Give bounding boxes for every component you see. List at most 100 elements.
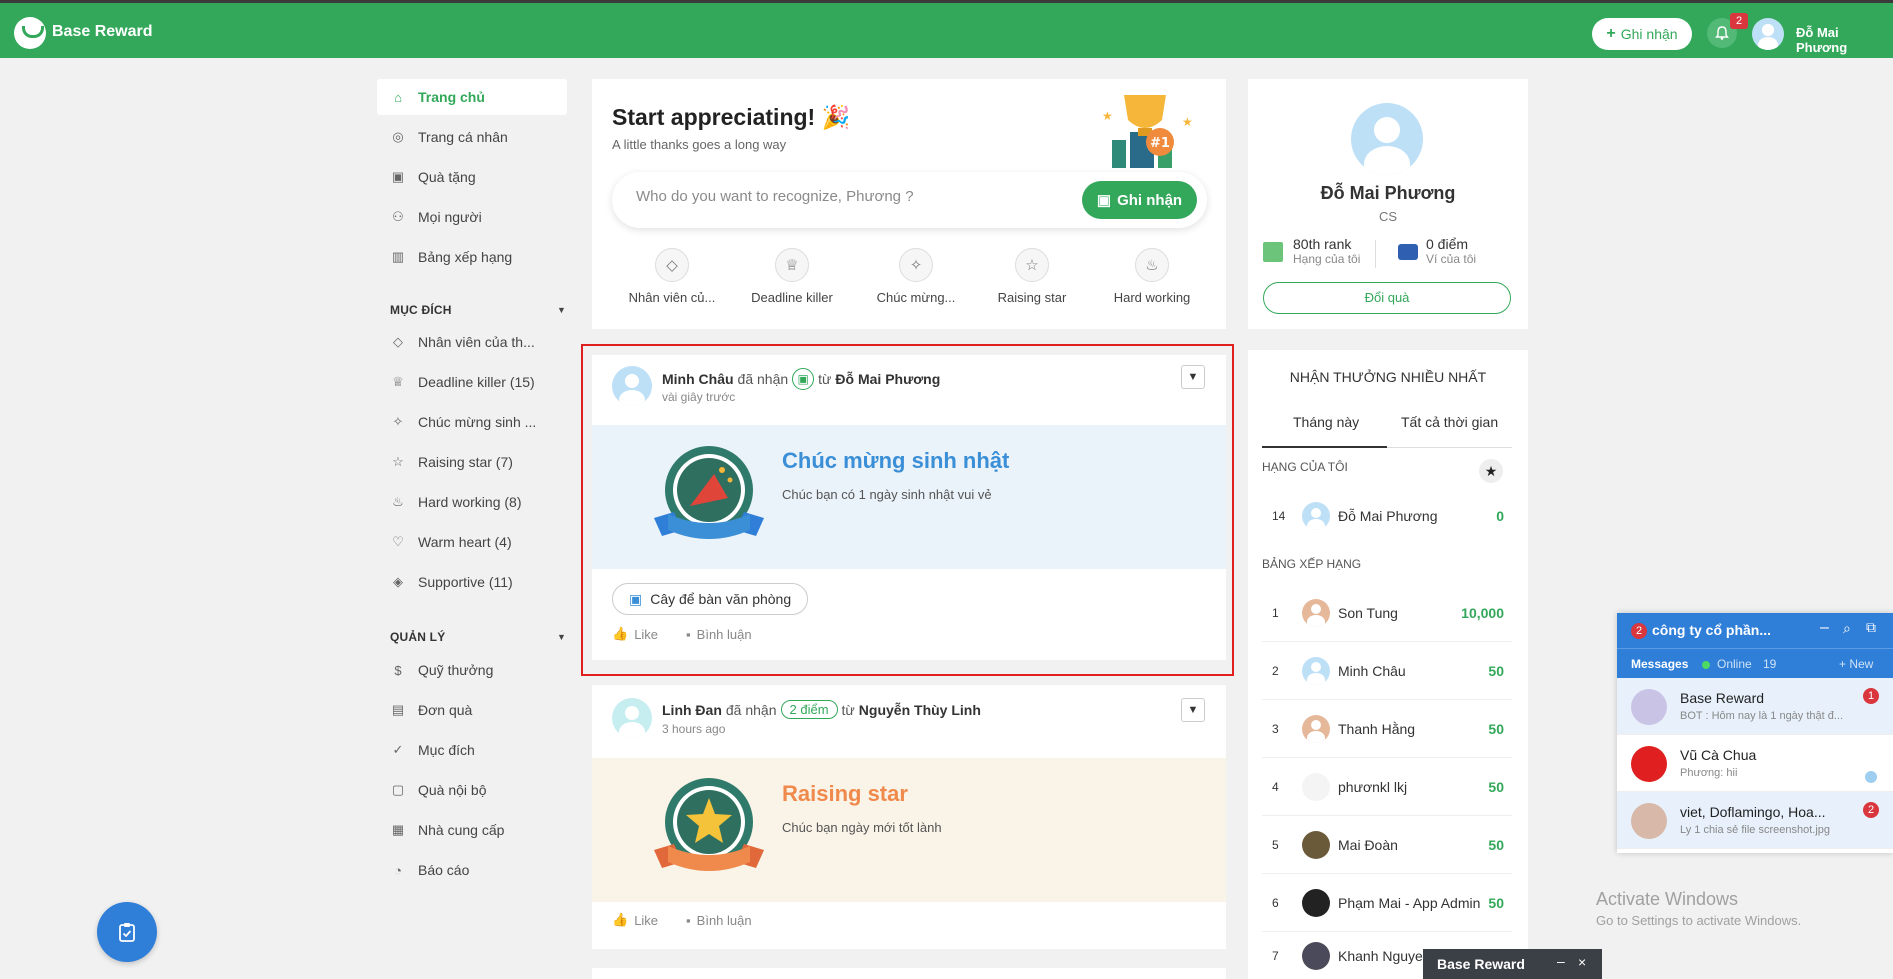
minimize-icon[interactable]: – [1820, 619, 1829, 637]
category-raising-star[interactable]: ☆ Raising star [977, 248, 1087, 305]
from-word: từ [818, 371, 832, 387]
sidebar-purpose-warm-heart[interactable]: ♡ Warm heart (4) [377, 524, 567, 560]
receiver-avatar[interactable] [612, 366, 652, 406]
table-row[interactable]: 2 Minh Châu 50 [1262, 642, 1512, 700]
category-deadline-killer[interactable]: ♕ Deadline killer [737, 248, 847, 305]
my-rank-row[interactable]: 14 Đỗ Mai Phương 0 [1262, 487, 1512, 545]
receiver-name[interactable]: Minh Châu [662, 371, 734, 387]
category-label: Deadline killer [751, 290, 833, 305]
sidebar-item-label: Chúc mừng sinh ... [418, 414, 537, 430]
caret-down-icon[interactable]: ▼ [557, 632, 566, 642]
rank-points: 50 [1488, 662, 1504, 679]
star-icon[interactable]: ★ [1479, 459, 1503, 483]
rank-value: 80th rank [1293, 236, 1352, 252]
like-button[interactable]: 👍 Like [612, 626, 658, 642]
search-icon[interactable]: ⌕ [1843, 620, 1851, 637]
profile-avatar[interactable] [1351, 103, 1423, 175]
comment-button[interactable]: ▪ Bình luận [686, 912, 752, 928]
sidebar-purpose-deadline[interactable]: ♕ Deadline killer (15) [377, 364, 567, 400]
recognize-search-input[interactable] [636, 188, 1036, 205]
sidebar-item-people[interactable]: ⚇ Mọi người [377, 199, 567, 235]
minimize-icon[interactable]: – [1557, 953, 1565, 969]
popout-icon[interactable]: ⧉ [1866, 619, 1876, 636]
category-birthday[interactable]: ✧ Chúc mừng... [861, 248, 971, 305]
chart-icon: ▥ [391, 249, 405, 264]
gift-item-pill[interactable]: ▣ Cây để bàn văn phòng [612, 583, 809, 615]
brand-name[interactable]: Base Reward [52, 23, 153, 41]
sidebar-manage-internal-gifts[interactable]: ▢ Quà nội bộ [377, 772, 567, 808]
receiver-name[interactable]: Linh Đan [662, 702, 722, 718]
new-chat-button[interactable]: + New [1839, 657, 1873, 671]
people-icon: ⚇ [392, 209, 404, 224]
table-row[interactable]: 1 Son Tung 10,000 [1262, 584, 1512, 642]
messages-tab[interactable]: Messages [1631, 657, 1688, 671]
table-row[interactable]: 5 Mai Đoàn 50 [1262, 816, 1512, 874]
sidebar-manage-reports[interactable]: ◔ Báo cáo [377, 852, 567, 888]
chat-header[interactable]: 2 công ty cổ phần... – ⌕ ⧉ [1617, 613, 1893, 648]
base-logo-icon[interactable] [14, 17, 46, 49]
star-icon: ☆ [1015, 248, 1049, 282]
thumbs-up-icon: 👍 [612, 912, 629, 927]
recognize-submit-button[interactable]: ▣ Ghi nhận [1082, 181, 1197, 219]
sender-name[interactable]: Nguyễn Thùy Linh [859, 702, 981, 718]
sidebar-item-leaderboard[interactable]: ▥ Bảng xếp hạng [377, 239, 567, 275]
rank-number: 7 [1272, 948, 1279, 963]
sender-name[interactable]: Đỗ Mai Phương [835, 371, 940, 387]
header-user-name[interactable]: Đỗ Mai Phương [1796, 25, 1893, 55]
sidebar-purpose-raising-star[interactable]: ☆ Raising star (7) [377, 444, 567, 480]
fire-icon: ♨ [392, 494, 404, 509]
rank-avatar [1302, 941, 1330, 970]
sidebar-item-gifts[interactable]: ▣ Quà tặng [377, 159, 567, 195]
sidebar-purpose-employee[interactable]: ◇ Nhân viên của th... [377, 324, 567, 360]
sidebar-manage-fund[interactable]: $ Quỹ thưởng [377, 652, 567, 688]
post-options-dropdown[interactable]: ▼ [1181, 698, 1205, 722]
rank-number: 1 [1272, 605, 1279, 620]
store-icon: ▦ [391, 822, 405, 837]
caret-down-icon[interactable]: ▼ [557, 305, 566, 315]
comment-button[interactable]: ▪ Bình luận [686, 626, 752, 642]
receiver-avatar[interactable] [612, 698, 652, 738]
sidebar-purpose-supportive[interactable]: ◈ Supportive (11) [377, 564, 567, 600]
redeem-button[interactable]: Đổi quà [1263, 282, 1511, 314]
sidebar-item-label: Trang cá nhân [418, 129, 508, 145]
sidebar-purpose-birthday[interactable]: ✧ Chúc mừng sinh ... [377, 404, 567, 440]
appreciate-title: Start appreciating! 🎉 [612, 104, 851, 130]
like-button[interactable]: 👍 Like [612, 912, 658, 928]
leaderboard-title: NHẬN THƯỞNG NHIỀU NHẤT [1289, 369, 1487, 385]
chat-unread-badge: 2 [1631, 623, 1647, 639]
box-icon: ▢ [391, 782, 405, 797]
sidebar-manage-suppliers[interactable]: ▦ Nhà cung cấp [377, 812, 567, 848]
close-icon[interactable]: × [1578, 954, 1586, 970]
tab-this-month[interactable]: Tháng này [1293, 414, 1359, 430]
chat-conversation[interactable]: Base Reward BOT : Hôm nay là 1 ngày thật… [1617, 678, 1893, 735]
user-avatar[interactable] [1752, 18, 1784, 50]
sidebar-manage-purpose[interactable]: ✓ Mục đích [377, 732, 567, 768]
table-row[interactable]: 3 Thanh Hằng 50 [1262, 700, 1512, 758]
conversation-name: viet, Doflamingo, Hoa... [1680, 804, 1826, 820]
header-recognize-button[interactable]: + Ghi nhận [1592, 18, 1692, 50]
sidebar-item-label: Mọi người [418, 209, 482, 225]
table-row[interactable]: 6 Phạm Mai - App Admin 50 [1262, 874, 1512, 932]
sidebar-item-label: Deadline killer (15) [418, 374, 535, 390]
category-employee[interactable]: ◇ Nhân viên củ... [617, 248, 727, 305]
rank-name: phươnkl lkj [1338, 778, 1408, 795]
sidebar-purpose-hard-working[interactable]: ♨ Hard working (8) [377, 484, 567, 520]
sidebar-item-profile[interactable]: ◎ Trang cá nhân [377, 119, 567, 155]
post-options-dropdown[interactable]: ▼ [1181, 365, 1205, 389]
top-bar: Base Reward + Ghi nhận 2 Đỗ Mai Phương [0, 3, 1893, 58]
chat-conversation[interactable]: viet, Doflamingo, Hoa... Ly 1 chia sẻ fi… [1617, 792, 1893, 849]
bottom-chat-tab[interactable]: Base Reward – × [1423, 949, 1602, 979]
category-hard-working[interactable]: ♨ Hard working [1097, 248, 1207, 305]
sidebar-item-home[interactable]: ⌂ Trang chủ [377, 79, 567, 115]
activate-subtitle: Go to Settings to activate Windows. [1596, 913, 1802, 928]
online-dot-icon [1702, 661, 1710, 669]
online-label[interactable]: Online [1717, 657, 1752, 671]
clipboard-fab-button[interactable] [97, 902, 157, 962]
clipboard-check-icon [119, 923, 135, 942]
purpose-section-title: MỤC ĐÍCH [390, 303, 452, 317]
sidebar-manage-orders[interactable]: ▤ Đơn quà [377, 692, 567, 728]
chat-conversation[interactable]: Vũ Cà Chua Phương: hii [1617, 735, 1893, 792]
tab-all-time[interactable]: Tất cả thời gian [1401, 414, 1498, 430]
received-verb: đã nhận [737, 371, 789, 387]
table-row[interactable]: 4 phươnkl lkj 50 [1262, 758, 1512, 816]
